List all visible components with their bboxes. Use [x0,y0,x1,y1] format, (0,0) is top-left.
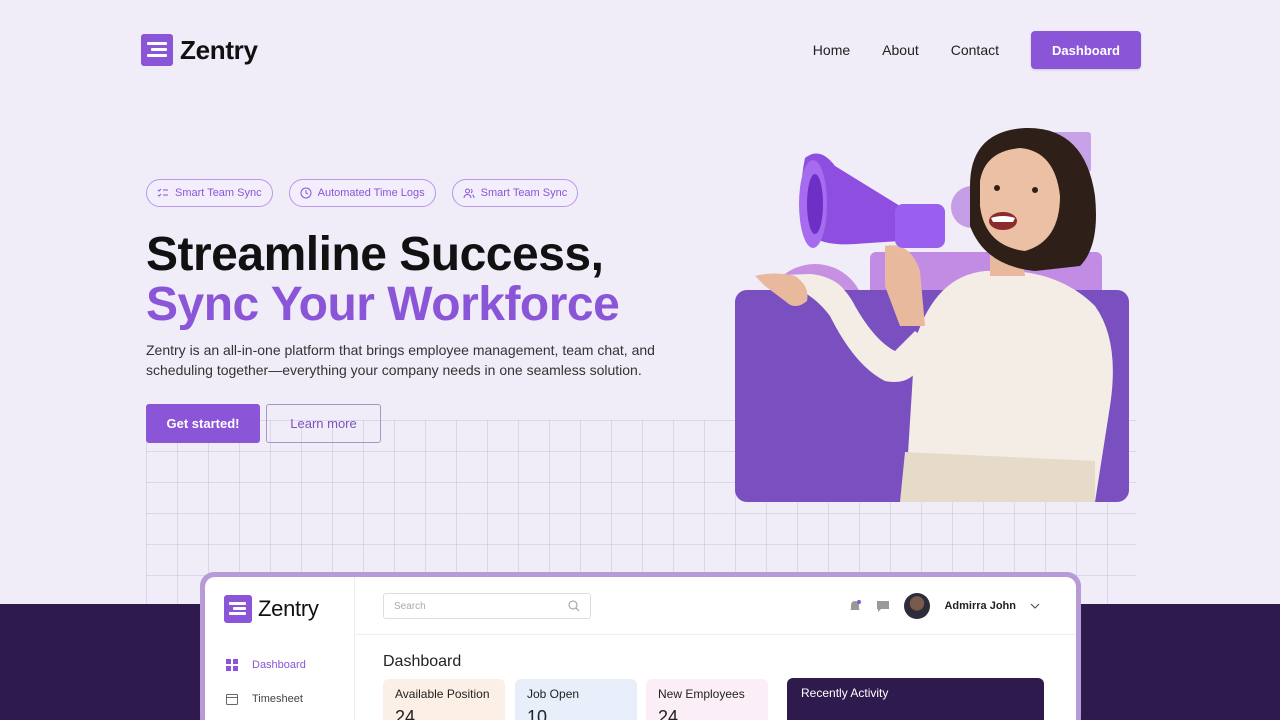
hero-description: Zentry is an all-in-one platform that br… [146,342,655,378]
dashboard-preview: Zentry Dashboard Timesheet Search Admirr… [200,572,1081,720]
main-nav: Home About Contact Dashboard [813,31,1141,69]
hero-title-line1: Streamline Success, [146,228,604,281]
learn-more-button[interactable]: Learn more [266,404,381,443]
hero-title-line2: Sync Your Workforce [146,278,620,331]
stat-card-new-employees[interactable]: New Employees 24 [646,679,768,720]
woman-megaphone-illustration [755,127,1113,502]
stat-card-job-open[interactable]: Job Open 10 [515,679,637,720]
sidebar-item-dashboard[interactable]: Dashboard [226,659,306,671]
pill-label: Smart Team Sync [480,187,568,199]
bell-icon[interactable] [848,599,862,613]
sidebar-item-label: Timesheet [252,693,303,705]
pill-label: Automated Time Logs [317,187,425,199]
dashboard-button[interactable]: Dashboard [1031,31,1141,69]
pill-smart-team-sync: Smart Team Sync [146,179,273,207]
dashboard-topbar-right: Admirra John [848,593,1040,619]
search-placeholder: Search [394,600,426,612]
dashboard-logo: Zentry [224,595,319,623]
feature-pills: Smart Team Sync Automated Time Logs Smar… [146,179,579,207]
nav-contact-link[interactable]: Contact [951,42,999,58]
nav-home-link[interactable]: Home [813,42,850,58]
dashboard-brand-name: Zentry [258,596,319,621]
brand-logo[interactable]: Zentry [141,34,258,66]
logo-icon [141,34,173,66]
sidebar-item-label: Dashboard [252,659,306,671]
landing-page: Zentry Home About Contact Dashboard Smar… [0,0,1280,720]
stat-label: New Employees [658,687,745,701]
pill-automated-time-logs: Automated Time Logs [288,179,436,207]
stat-label: Job Open [527,687,580,701]
users-icon [463,188,475,199]
chat-icon[interactable] [876,599,890,613]
calendar-icon [226,694,238,705]
stat-label: Available Position [395,687,490,701]
dashboard-preview-window: Zentry Dashboard Timesheet Search Admirr… [205,577,1076,720]
chevron-down-icon[interactable] [1030,601,1040,611]
grid-icon [226,659,238,671]
activity-title: Recently Activity [801,686,889,700]
search-input[interactable]: Search [383,593,591,619]
pill-label: Smart Team Sync [175,187,262,199]
clock-icon [300,187,312,199]
dashboard-title: Dashboard [383,653,462,670]
hero-title: Streamline Success, Sync Your Workforce [146,228,620,331]
user-name[interactable]: Admirra John [944,600,1016,612]
logo-icon [224,595,252,623]
recent-activity-panel: Recently Activity [787,678,1044,720]
stat-value: 24 [395,707,416,720]
brand-name: Zentry [180,34,258,65]
nav-about-link[interactable]: About [882,42,919,58]
sidebar-item-timesheet[interactable]: Timesheet [226,693,303,705]
stat-value: 24 [658,707,679,720]
hero-image [735,126,1130,502]
stat-card-available-position[interactable]: Available Position 24 [383,679,505,720]
get-started-button[interactable]: Get started! [146,404,260,443]
topbar-divider [355,634,1076,635]
avatar[interactable] [904,593,931,619]
dashboard-sidebar: Zentry Dashboard Timesheet [205,577,355,720]
pill-smart-team-sync-2: Smart Team Sync [451,179,579,207]
stat-value: 10 [527,707,548,720]
checklist-icon [157,188,168,197]
search-icon [568,600,580,612]
